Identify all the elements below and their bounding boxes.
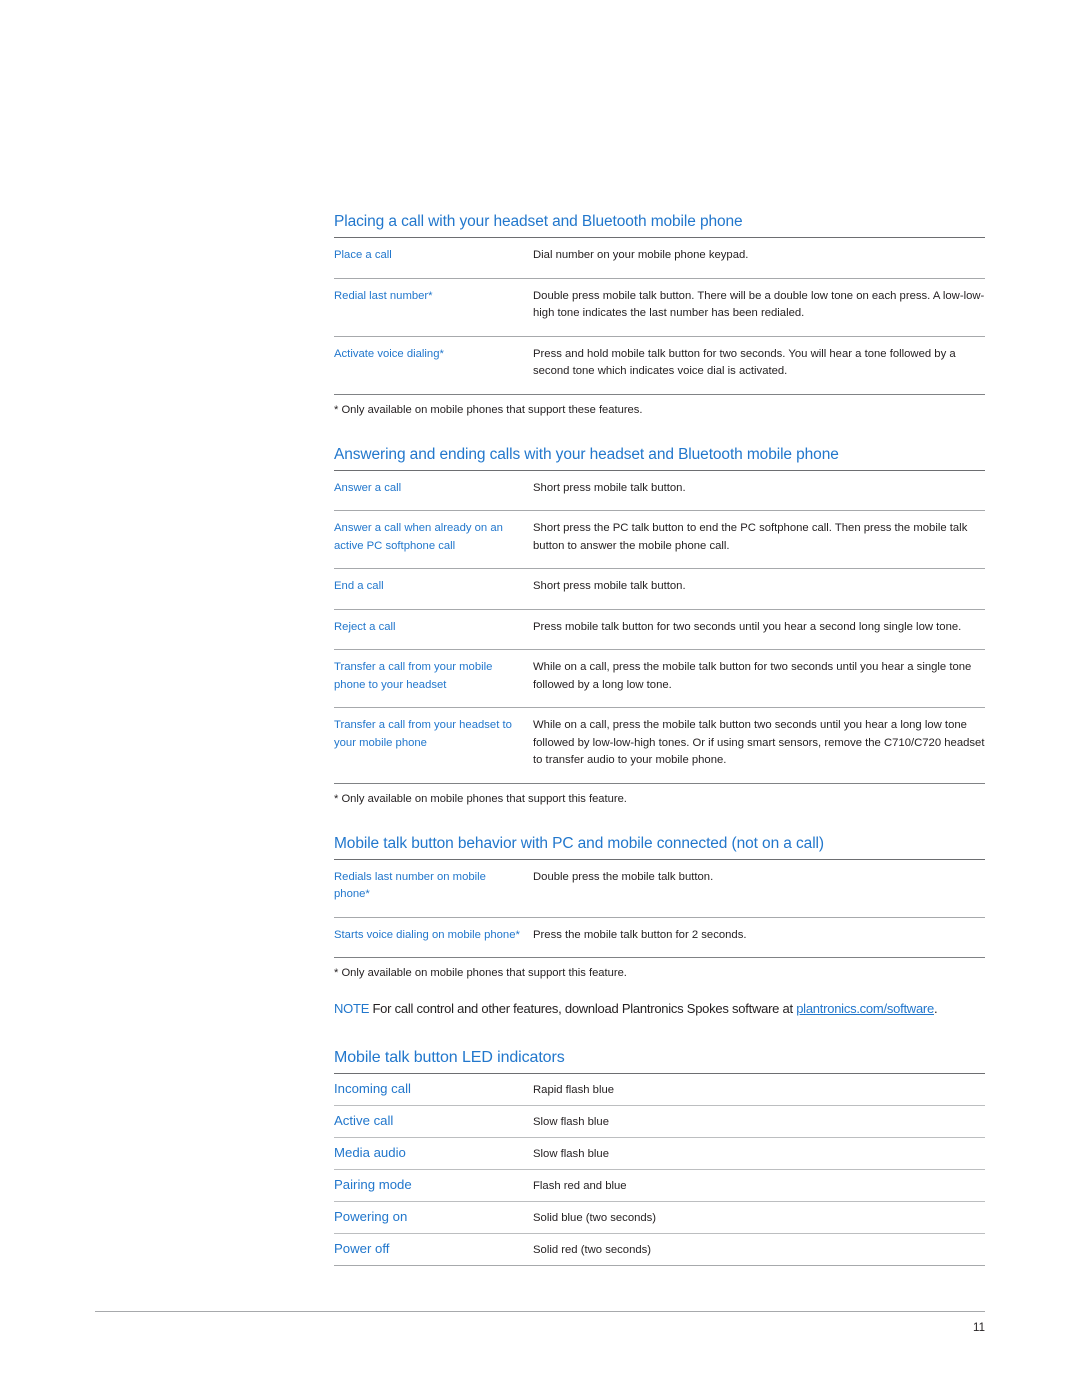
row-value: Double press the mobile talk button. (533, 859, 985, 918)
note-link-plantronics-software[interactable]: plantronics.com/software (796, 1001, 934, 1016)
row-label: Pairing mode (334, 1169, 533, 1202)
row-label: End a call (334, 568, 533, 610)
page-number: 11 (973, 1322, 985, 1334)
row-value: Rapid flash blue (533, 1074, 985, 1106)
note-tag: NOTE (334, 1001, 370, 1016)
row-value: Solid blue (two seconds) (533, 1201, 985, 1234)
row-value: Short press the PC talk button to end th… (533, 510, 985, 569)
table-row: Activate voice dialing* Press and hold m… (334, 336, 985, 395)
row-label: Transfer a call from your mobile phone t… (334, 649, 533, 708)
row-label: Redials last number on mobile phone* (334, 859, 533, 918)
row-value: Slow flash blue (533, 1137, 985, 1170)
table-row: Power off Solid red (two seconds) (334, 1233, 985, 1266)
footnote-answering-ending-calls: * Only available on mobile phones that s… (334, 792, 627, 805)
row-label: Starts voice dialing on mobile phone* (334, 917, 533, 958)
row-label: Reject a call (334, 609, 533, 650)
row-value: While on a call, press the mobile talk b… (533, 707, 985, 784)
table-row: Answer a call when already on an active … (334, 510, 985, 569)
row-label: Media audio (334, 1137, 533, 1170)
led-section-spacer (334, 1019, 985, 1048)
row-value: While on a call, press the mobile talk b… (533, 649, 985, 708)
section-heading-mobile-talk-button-behavior: Mobile talk button behavior with PC and … (334, 834, 985, 860)
table-row: Incoming call Rapid flash blue (334, 1074, 985, 1106)
row-value: Press and hold mobile talk button for tw… (533, 336, 985, 395)
note-trailing: . (933, 1001, 938, 1016)
row-label: Powering on (334, 1201, 533, 1234)
table-row: Redials last number on mobile phone* Dou… (334, 859, 985, 918)
table-row: Media audio Slow flash blue (334, 1137, 985, 1170)
footnote-placing-a-call: * Only available on mobile phones that s… (334, 403, 643, 416)
row-label: Place a call (334, 238, 533, 279)
row-value: Short press mobile talk button. (533, 470, 985, 511)
note-text: For call control and other features, dow… (369, 1001, 797, 1016)
table-row: End a call Short press mobile talk butto… (334, 568, 985, 610)
row-label: Incoming call (334, 1074, 533, 1106)
row-label: Answer a call (334, 470, 533, 511)
table-led-indicators: Incoming call Rapid flash blue Active ca… (334, 1074, 985, 1266)
table-row: Transfer a call from your mobile phone t… (334, 649, 985, 708)
section-heading-led-indicators: Mobile talk button LED indicators (334, 1048, 985, 1074)
table-row: Powering on Solid blue (two seconds) (334, 1201, 985, 1234)
table-row: Redial last number* Double press mobile … (334, 278, 985, 337)
table-row: Reject a call Press mobile talk button f… (334, 609, 985, 650)
row-value: Press the mobile talk button for 2 secon… (533, 917, 985, 958)
table-row: Answer a call Short press mobile talk bu… (334, 470, 985, 511)
table-answering-ending-calls: Answer a call Short press mobile talk bu… (334, 470, 985, 784)
row-label: Redial last number* (334, 278, 533, 337)
table-mobile-talk-button-behavior: Redials last number on mobile phone* Dou… (334, 859, 985, 959)
row-label: Transfer a call from your headset to you… (334, 707, 533, 784)
row-value: Short press mobile talk button. (533, 568, 985, 610)
note-spacer (334, 982, 985, 998)
row-value: Flash red and blue (533, 1169, 985, 1202)
row-value: Slow flash blue (533, 1105, 985, 1138)
row-value: Dial number on your mobile phone keypad. (533, 238, 985, 279)
table-placing-a-call: Place a call Dial number on your mobile … (334, 238, 985, 395)
row-label: Answer a call when already on an active … (334, 510, 533, 569)
footnote-mobile-talk-button-behavior: * Only available on mobile phones that s… (334, 967, 627, 979)
section-heading-answering-ending-calls: Answering and ending calls with your hea… (334, 445, 985, 471)
row-label: Power off (334, 1233, 533, 1266)
table-row: Transfer a call from your headset to you… (334, 707, 985, 784)
row-value: Press mobile talk button for two seconds… (533, 609, 985, 650)
table-row: Starts voice dialing on mobile phone* Pr… (334, 917, 985, 958)
table-row: Pairing mode Flash red and blue (334, 1169, 985, 1202)
table-row: Active call Slow flash blue (334, 1105, 985, 1138)
row-label: Active call (334, 1105, 533, 1138)
table-row: Place a call Dial number on your mobile … (334, 238, 985, 279)
section-heading-placing-a-call: Placing a call with your headset and Blu… (334, 212, 985, 238)
document-page: Placing a call with your headset and Blu… (0, 0, 1080, 1397)
page-content: Placing a call with your headset and Blu… (334, 212, 985, 1266)
row-label: Activate voice dialing* (334, 336, 533, 395)
note-block: NOTE For call control and other features… (334, 998, 985, 1019)
footer-divider (95, 1311, 985, 1312)
row-value: Double press mobile talk button. There w… (533, 278, 985, 337)
row-value: Solid red (two seconds) (533, 1233, 985, 1266)
